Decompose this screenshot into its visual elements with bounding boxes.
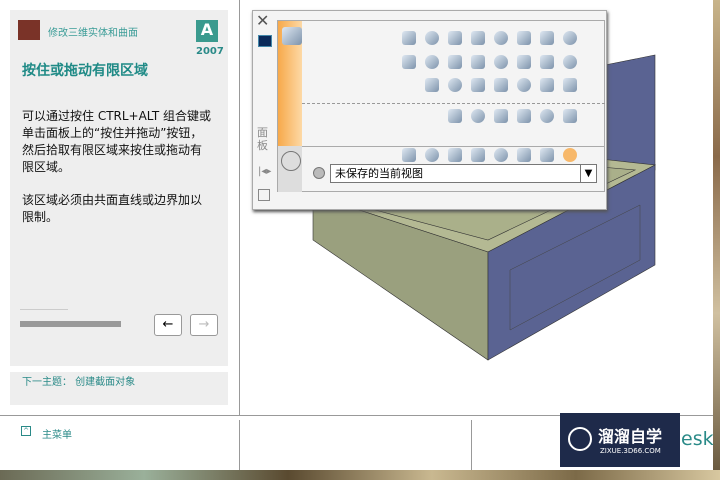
tool-button-icon[interactable] [448, 55, 462, 69]
watermark-url: ZIXUE.3D66.COM [600, 447, 661, 455]
watermark: 溜溜自学 ZIXUE.3D66.COM [560, 413, 680, 467]
tool-button-icon[interactable] [471, 55, 485, 69]
play-icon [568, 427, 592, 451]
tool-button-icon[interactable] [517, 148, 531, 162]
expand-icon[interactable]: |◂▸ [258, 166, 271, 177]
tool-button-icon[interactable] [471, 109, 485, 123]
tool-button-icon[interactable] [563, 148, 577, 162]
autodesk-partial-text: esk [681, 428, 714, 450]
tool-button-icon[interactable] [563, 55, 577, 69]
tool-button-icon[interactable] [448, 148, 462, 162]
tool-button-icon[interactable] [494, 148, 508, 162]
tool-button-icon[interactable] [402, 148, 416, 162]
tool-button-icon[interactable] [448, 31, 462, 45]
tool-button-icon[interactable] [471, 78, 485, 92]
tool-button-icon[interactable] [517, 78, 531, 92]
tool-button-icon[interactable] [540, 55, 554, 69]
tool-button-icon[interactable] [471, 31, 485, 45]
tool-button-icon[interactable] [540, 31, 554, 45]
tool-button-icon[interactable] [563, 31, 577, 45]
side-tab-label[interactable]: 面板 [257, 126, 271, 152]
tool-button-icon[interactable] [402, 55, 416, 69]
tool-button-icon[interactable] [517, 109, 531, 123]
tool-button-icon[interactable] [494, 55, 508, 69]
watermark-title: 溜溜自学 [598, 427, 663, 446]
tool-button-icon[interactable] [563, 78, 577, 92]
chevron-down-icon[interactable]: ▼ [580, 165, 596, 182]
divider [302, 146, 605, 147]
tool-button-icon[interactable] [448, 109, 462, 123]
tool-button-icon[interactable] [425, 55, 439, 69]
tool-button-icon[interactable] [494, 78, 508, 92]
tool-button-icon[interactable] [425, 148, 439, 162]
tool-button-icon[interactable] [471, 148, 485, 162]
view-back-icon[interactable] [313, 167, 325, 179]
tool-button-icon[interactable] [494, 109, 508, 123]
close-button[interactable]: ✕ [256, 11, 269, 30]
tool-button-icon[interactable] [448, 78, 462, 92]
tool-button-icon[interactable] [425, 31, 439, 45]
tool-button-icon[interactable] [540, 78, 554, 92]
tool-button-icon[interactable] [563, 109, 577, 123]
tool-button-icon[interactable] [540, 148, 554, 162]
view-dropdown[interactable]: 未保存的当前视图 ▼ [330, 164, 597, 183]
tool-button-icon[interactable] [517, 55, 531, 69]
divider [302, 103, 605, 104]
navigation-icon [281, 151, 301, 171]
tool-button-icon[interactable] [494, 31, 508, 45]
3d-make-icon [282, 27, 302, 45]
dashboard-icon [258, 35, 272, 47]
properties-icon[interactable] [258, 189, 270, 201]
tool-button-icon[interactable] [425, 78, 439, 92]
view-dropdown-value: 未保存的当前视图 [335, 167, 423, 180]
tool-button-icon[interactable] [402, 31, 416, 45]
tool-button-icon[interactable] [540, 109, 554, 123]
tool-button-icon[interactable] [517, 31, 531, 45]
